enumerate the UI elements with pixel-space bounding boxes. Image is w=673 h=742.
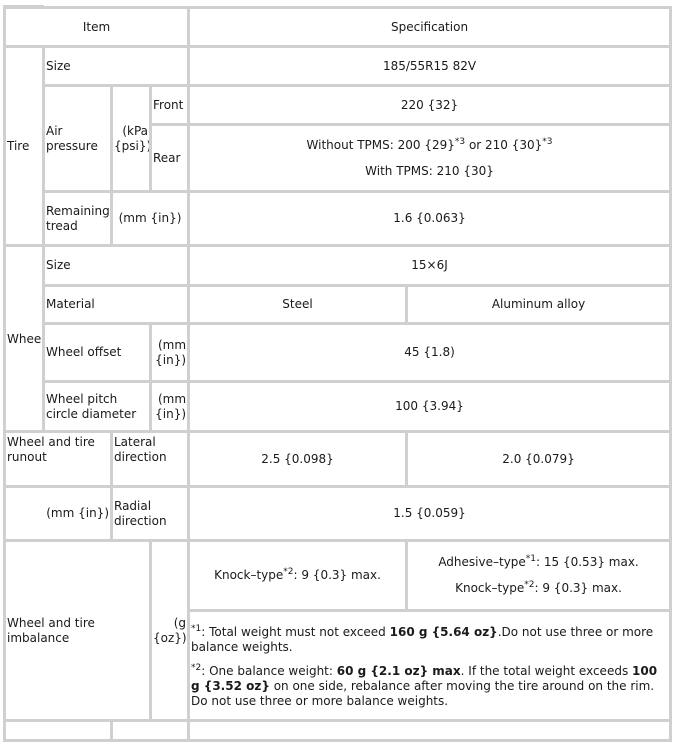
partial-cell: [3, 719, 113, 742]
air-pressure-front-value: 220 {32}: [187, 84, 673, 126]
air-pressure-label: Air pressure: [42, 84, 113, 193]
header-item: Item: [2, 6, 191, 48]
table-row: Wheel and tire imbalance (g {oz}) Knock–…: [3, 539, 673, 722]
rear-with-tpms: With TPMS: 210 {30}: [365, 163, 494, 178]
footnote-2: *2: One balance weight: 60 g {2.1 oz} ma…: [191, 662, 658, 708]
wheel-material-label: Material: [41, 284, 191, 325]
table-row: Wheel offset (mm {in}) 45 {1.8): [5, 322, 673, 383]
table-row: Wheel and tire runout Lateral direction …: [3, 430, 673, 488]
air-pressure-unit: (kPa {psi}): [110, 84, 152, 193]
wheel-offset-label: Wheel offset: [42, 322, 152, 383]
wheel-offset-value: 45 {1.8): [187, 322, 673, 383]
table-row: Wheel pitch circle diameter (mm {in}) 10…: [5, 380, 673, 433]
partial-cell: [109, 719, 191, 742]
air-pressure-rear-value: Without TPMS: 200 {29}*3 or 210 {30}*3 W…: [187, 123, 673, 193]
runout-radial-value: 1.5 {0.059}: [187, 485, 673, 542]
runout-lateral-steel: 2.5 {0.098}: [187, 430, 409, 488]
header-row: Item Specification: [2, 6, 673, 48]
partial-cell: [187, 719, 673, 742]
pitch-circle-label: Wheel pitch circle diameter: [42, 380, 152, 433]
air-pressure-rear-label: Rear: [148, 123, 191, 193]
wheel-offset-unit: (mm {in}): [148, 322, 191, 383]
imbalance-label: Wheel and tire imbalance: [3, 539, 152, 722]
runout-lateral-aluminum: 2.0 {0.079}: [405, 430, 673, 488]
wheel-size-label: Size: [41, 244, 191, 287]
tire-group-label: Tire: [3, 45, 45, 247]
runout-lateral-label: Lateral direction: [109, 430, 191, 488]
table-row: (mm {in}) Radial direction 1.5 {0.059}: [3, 485, 673, 542]
table-row: Tire Size 185/55R15 82V: [3, 45, 673, 247]
specification-table: Item Specification Tire Size 185/55R15 8…: [2, 6, 673, 742]
imbalance-unit: (g {oz}): [148, 539, 191, 722]
runout-unit: (mm {in}): [3, 485, 113, 542]
remaining-tread-label: Remaining tread: [42, 190, 113, 247]
runout-radial-label: Radial direction: [109, 485, 191, 542]
tire-size-label: Size: [41, 45, 191, 87]
imbalance-aluminum-adhesive: Adhesive–type*1: 15 {0.53} max.: [438, 554, 639, 570]
pitch-circle-unit: (mm {in}): [148, 380, 191, 433]
runout-label: Wheel and tire runout: [3, 430, 113, 488]
tire-size-value: 185/55R15 82V: [187, 45, 673, 87]
table-row: Remaining tread (mm {in}) 1.6 {0.063}: [5, 190, 673, 247]
material-steel: Steel: [187, 284, 409, 325]
imbalance-steel: Knock–type*2: 9 {0.3} max.: [187, 539, 409, 612]
table-row: Air pressure (kPa {psi}) Front 220 {32}: [5, 84, 673, 193]
table-row: Material Steel Aluminum alloy: [5, 284, 673, 325]
header-specification: Specification: [187, 6, 673, 48]
imbalance-aluminum-knock: Knock–type*2: 9 {0.3} max.: [455, 580, 622, 596]
material-aluminum: Aluminum alloy: [405, 284, 673, 325]
rear-without-tpms: Without TPMS: 200 {29}*3 or 210 {30}*3: [306, 136, 553, 152]
wheel-group-label: Wheel: [3, 244, 45, 433]
air-pressure-front-label: Front: [148, 84, 191, 126]
remaining-tread-unit: (mm {in}): [109, 190, 191, 247]
table-row: Wheel Size 15×6J: [3, 244, 673, 433]
footnote-1: *1: Total weight must not exceed 160 g {…: [191, 623, 654, 654]
imbalance-aluminum: Adhesive–type*1: 15 {0.53} max. Knock–ty…: [405, 539, 673, 612]
table-row-partial: [3, 719, 673, 742]
wheel-size-value: 15×6J: [187, 244, 673, 287]
pitch-circle-value: 100 {3.94}: [187, 380, 673, 433]
remaining-tread-value: 1.6 {0.063}: [187, 190, 673, 247]
imbalance-notes: *1: Total weight must not exceed 160 g {…: [187, 609, 673, 722]
